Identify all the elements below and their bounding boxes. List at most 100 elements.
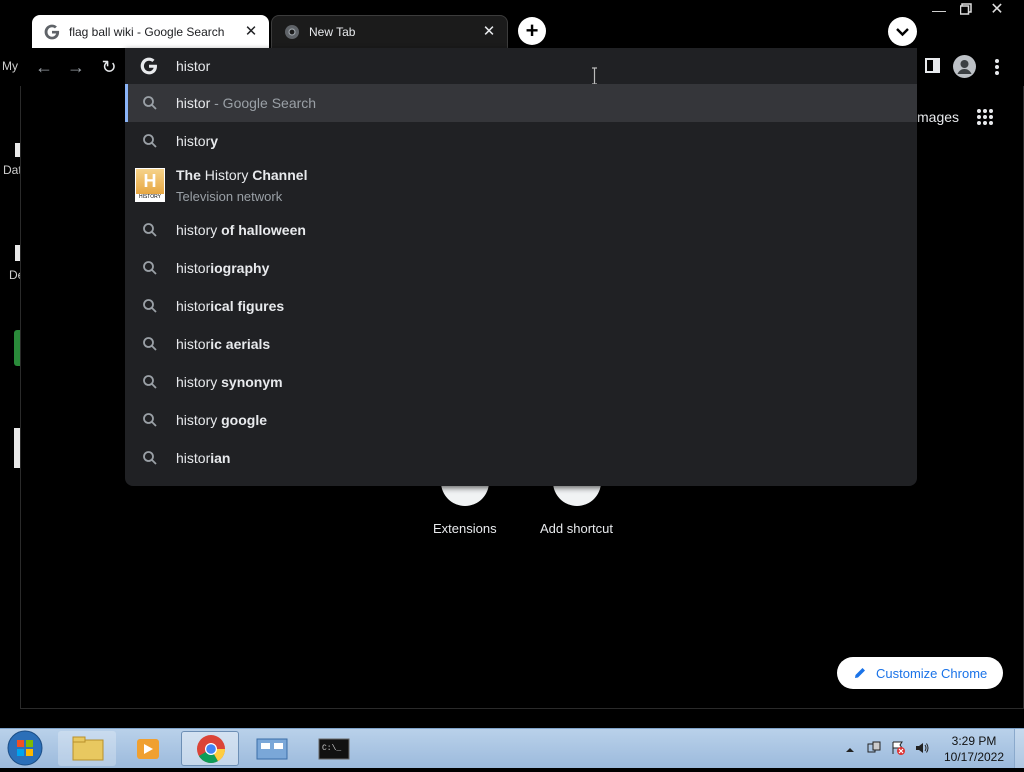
taskbar-control-panel-button[interactable] (243, 731, 301, 766)
suggestion-text: histor (176, 336, 211, 352)
back-button[interactable]: ← (31, 54, 57, 80)
tray-network-icon[interactable] (866, 740, 882, 756)
windows-logo-icon (7, 730, 43, 766)
profile-avatar-button[interactable] (953, 55, 976, 78)
search-icon (143, 134, 157, 148)
taskbar-chrome-button[interactable] (181, 731, 239, 766)
suggestion-completion: y (210, 133, 219, 149)
suggestion-text: histor (176, 298, 211, 314)
suggestion-completion: ical figures (210, 298, 285, 314)
google-g-icon (140, 57, 157, 75)
search-icon (143, 451, 157, 465)
search-icon (143, 261, 157, 275)
suggestion-text: histor (176, 95, 211, 111)
restore-icon (959, 3, 972, 15)
svg-text:C:\_: C:\_ (322, 744, 341, 753)
tray-action-center-icon[interactable] (890, 740, 906, 756)
google-g-icon (44, 24, 60, 39)
search-icon (143, 337, 157, 351)
chrome-icon (285, 25, 299, 39)
suggestion-row[interactable]: histor - Google Search (125, 84, 917, 122)
suggestion-completion: iography (210, 260, 270, 276)
text-cursor-icon (591, 67, 598, 85)
search-icon (143, 413, 157, 427)
search-icon (143, 223, 157, 237)
desktop-icon-label-my[interactable]: My (2, 59, 18, 73)
history-channel-logo: H HISTORY (135, 168, 165, 202)
suggestion-completion: of halloween (217, 222, 306, 238)
reload-button[interactable]: ↻ (96, 54, 122, 80)
avatar-icon (957, 60, 972, 74)
suggestion-row[interactable]: history google (125, 401, 917, 439)
taskbar-cmd-button[interactable]: C:\_ (305, 731, 363, 766)
add-shortcut-label[interactable]: Add shortcut (540, 521, 613, 536)
suggestion-row[interactable]: historiography (125, 249, 917, 287)
suggestion-row[interactable]: history synonym (125, 363, 917, 401)
tab-flag-ball-wiki[interactable]: flag ball wiki - Google Search ✕ (32, 15, 269, 48)
tab-search-button[interactable] (888, 17, 917, 46)
suggestion-row[interactable]: historical figures (125, 287, 917, 325)
search-icon (143, 299, 157, 313)
search-icon (143, 375, 157, 389)
chevron-up-icon (846, 748, 854, 752)
tab-close-button[interactable]: ✕ (241, 22, 261, 42)
tab-title: New Tab (309, 25, 356, 39)
tab-new-tab[interactable]: New Tab ✕ (271, 15, 508, 48)
chrome-menu-button[interactable] (988, 56, 1006, 78)
entity-title-channel: Channel (252, 167, 308, 183)
clock-time: 3:29 PM (951, 734, 997, 748)
kebab-menu-icon (995, 59, 999, 75)
suggestion-row[interactable]: historian (125, 439, 917, 477)
desktop-icon-label-dat[interactable]: Dat (3, 163, 22, 177)
suggestion-text: history (176, 222, 218, 238)
suggestion-text: histor (176, 260, 211, 276)
suggestion-hint: - Google Search (210, 95, 317, 111)
extensions-shortcut-label[interactable]: Extensions (433, 521, 497, 536)
maximize-button[interactable] (951, 3, 981, 19)
suggestion-text: histor (176, 450, 211, 466)
pencil-icon (855, 668, 865, 678)
media-player-icon (137, 739, 159, 759)
entity-title-history: History (200, 167, 253, 183)
new-tab-button[interactable]: + (518, 17, 546, 45)
search-icon (143, 96, 157, 110)
side-panel-button[interactable] (924, 57, 941, 74)
control-panel-icon (256, 738, 288, 760)
taskbar-explorer-button[interactable] (58, 731, 116, 766)
suggestion-row[interactable]: history (125, 122, 917, 160)
command-prompt-icon: C:\_ (318, 738, 350, 760)
tab-close-button[interactable]: ✕ (479, 22, 499, 42)
taskbar-clock[interactable]: 3:29 PM 10/17/2022 (937, 733, 1011, 765)
forward-button[interactable]: → (63, 54, 89, 80)
tray-volume-icon[interactable] (914, 740, 930, 756)
close-window-button[interactable]: ✕ (982, 2, 1012, 19)
suggestion-text: history (176, 374, 218, 390)
customize-chrome-label: Customize Chrome (876, 665, 988, 681)
folder-icon (72, 736, 104, 761)
suggestion-completion: synonym (217, 374, 283, 390)
entity-title-the: The (176, 167, 201, 183)
selection-indicator (125, 84, 128, 122)
show-desktop-button[interactable] (1014, 729, 1024, 768)
apps-grid-icon (977, 109, 993, 125)
customize-chrome-button[interactable]: Customize Chrome (837, 657, 1003, 689)
tab-title: flag ball wiki - Google Search (69, 24, 225, 39)
suggestion-text: histor (176, 133, 211, 149)
google-apps-button[interactable] (976, 108, 994, 126)
omnibox-input[interactable] (125, 48, 917, 86)
show-hidden-icons-button[interactable] (845, 742, 855, 752)
suggestion-completion: ian (210, 450, 231, 466)
clock-date: 10/17/2022 (943, 750, 1005, 764)
side-panel-icon (925, 58, 940, 73)
taskbar-media-player-button[interactable] (119, 731, 177, 766)
suggestion-completion: ic aerials (210, 336, 271, 352)
entity-suggestion-row[interactable]: H HISTORY The History Channel Television… (125, 162, 917, 210)
images-link[interactable]: mages (917, 109, 959, 125)
suggestion-row[interactable]: historic aerials (125, 325, 917, 363)
suggestion-completion: google (217, 412, 268, 428)
minimize-button[interactable]: — (924, 3, 954, 19)
start-button[interactable] (4, 729, 46, 767)
suggestion-row[interactable]: history of halloween (125, 211, 917, 249)
chevron-down-icon (896, 28, 909, 37)
omnibox-text[interactable]: histor (176, 58, 210, 74)
